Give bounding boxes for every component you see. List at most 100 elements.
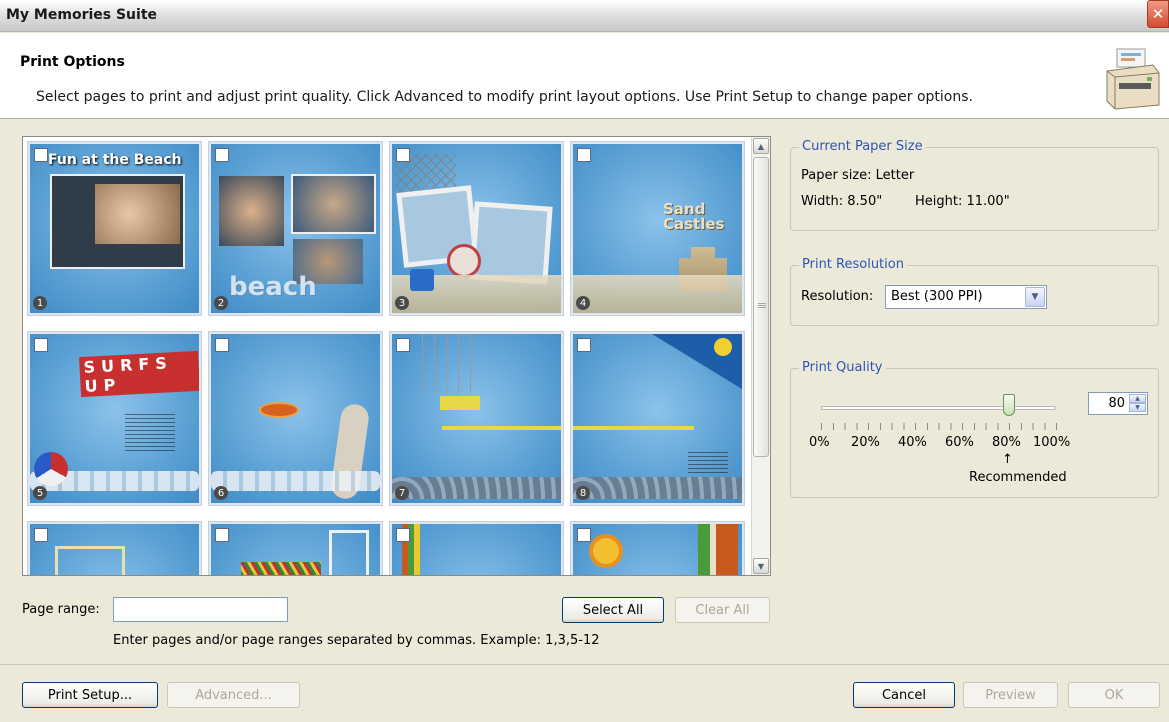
paper-size-legend: Current Paper Size: [799, 139, 926, 154]
slider-ticks: [821, 423, 1057, 430]
clear-all-button[interactable]: Clear All: [675, 597, 770, 623]
life-ring: [447, 244, 481, 278]
page-thumbnail[interactable]: [389, 521, 564, 575]
page-range-input[interactable]: [113, 597, 288, 622]
page-thumbnail[interactable]: beach 2: [208, 141, 383, 316]
page-number: 8: [576, 486, 590, 500]
tick-label: 80%: [992, 435, 1021, 450]
scroll-up-icon[interactable]: ▲: [753, 138, 769, 154]
hanging-strings: [422, 334, 472, 394]
title-oval: [259, 402, 299, 418]
page-number: 2: [214, 296, 228, 310]
page-thumbnail[interactable]: SURFS UP 5: [27, 331, 202, 506]
resolution-select[interactable]: Best (300 PPI) ▼: [885, 285, 1047, 309]
photo-right: [291, 174, 376, 234]
page-thumbnail[interactable]: 3: [389, 141, 564, 316]
page-thumbnail[interactable]: [208, 521, 383, 575]
page-thumbnail[interactable]: [570, 521, 745, 575]
thumbnail-scrollbar[interactable]: ▲ ▼: [751, 137, 770, 575]
page-checkbox[interactable]: [396, 528, 410, 542]
page-checkbox[interactable]: [34, 148, 48, 162]
page-checkbox[interactable]: [215, 148, 229, 162]
paper-size-text: Paper size: Letter: [801, 168, 915, 183]
page-number: 7: [395, 486, 409, 500]
recommended-arrow: ↑: [1002, 452, 1013, 467]
page-thumbnail[interactable]: [27, 521, 202, 575]
chevron-down-icon[interactable]: ▼: [1025, 287, 1045, 307]
tick-label: 40%: [898, 435, 927, 450]
resolution-legend: Print Resolution: [799, 257, 907, 272]
page-description: Select pages to print and adjust print q…: [36, 89, 973, 105]
colorful-strips: [241, 562, 321, 575]
page-checkbox[interactable]: [577, 528, 591, 542]
title-tag: [440, 396, 480, 410]
page-checkbox[interactable]: [215, 338, 229, 352]
quality-spinner[interactable]: 80 ▲ ▼: [1088, 392, 1148, 415]
photo-frame: [329, 530, 369, 575]
page-range-hint: Enter pages and/or page ranges separated…: [113, 633, 600, 648]
advanced-button[interactable]: Advanced...: [167, 682, 300, 708]
print-quality-legend: Print Quality: [799, 360, 886, 375]
tick-label: 100%: [1033, 435, 1071, 450]
header-panel: Print Options Select pages to print and …: [0, 33, 1169, 119]
swirl-border: [392, 477, 561, 499]
page-thumbnail[interactable]: 7: [389, 331, 564, 506]
scroll-down-icon[interactable]: ▼: [753, 558, 769, 574]
beach-ball: [34, 452, 68, 486]
paper-width-text: Width: 8.50": [801, 194, 883, 209]
resolution-value: Best (300 PPI): [891, 289, 983, 304]
close-button[interactable]: ✕: [1147, 0, 1169, 28]
spin-up-icon[interactable]: ▲: [1129, 394, 1146, 403]
photo-frame: [55, 546, 125, 575]
page-title: Print Options: [20, 54, 125, 70]
quality-value: 80: [1108, 396, 1125, 411]
page-checkbox[interactable]: [396, 338, 410, 352]
ribbon-stripes: [698, 524, 738, 575]
sun-icon: [593, 538, 619, 564]
photo-frame-right: [469, 201, 553, 285]
tick-label: 20%: [851, 435, 880, 450]
print-quality-group: Print Quality 0% 20% 40% 60% 80% 100% ↑ …: [790, 360, 1159, 498]
bucket: [410, 269, 434, 291]
resolution-group: Print Resolution Resolution: Best (300 P…: [790, 257, 1159, 326]
quality-slider-track[interactable]: [821, 406, 1056, 410]
page-number: 4: [576, 296, 590, 310]
sand-strip: [573, 275, 742, 313]
cancel-button[interactable]: Cancel: [853, 682, 955, 708]
yellow-line: [442, 426, 561, 430]
tick-label: 60%: [945, 435, 974, 450]
page-checkbox[interactable]: [34, 338, 48, 352]
wave-border: [211, 471, 380, 491]
page-thumbnail[interactable]: 6: [208, 331, 383, 506]
page-checkbox[interactable]: [396, 148, 410, 162]
preview-button[interactable]: Preview: [963, 682, 1058, 708]
page-checkbox[interactable]: [34, 528, 48, 542]
paper-size-group: Current Paper Size Paper size: Letter Wi…: [790, 139, 1159, 231]
page-number: 5: [33, 486, 47, 500]
photo-left: [219, 176, 284, 246]
page-checkbox[interactable]: [215, 528, 229, 542]
page-number: 3: [395, 296, 409, 310]
grip-icon: [758, 303, 766, 309]
window-title: My Memories Suite: [6, 7, 158, 23]
thumbnail-caption: Fun at the Beach: [48, 152, 182, 168]
page-thumbnail[interactable]: Fun at the Beach 1: [27, 141, 202, 316]
scrollbar-thumb[interactable]: [753, 157, 769, 457]
select-all-button[interactable]: Select All: [562, 597, 664, 623]
page-thumbnail[interactable]: 8: [570, 331, 745, 506]
printer-icon: [1106, 48, 1160, 110]
sun-sticker: [714, 338, 732, 356]
quality-slider-handle[interactable]: [1003, 394, 1015, 416]
page-checkbox[interactable]: [577, 338, 591, 352]
spin-down-icon[interactable]: ▼: [1129, 403, 1146, 412]
page-thumbnail-panel[interactable]: Fun at the Beach 1 beach 2 3 Sand Castle…: [22, 136, 771, 576]
page-checkbox[interactable]: [577, 148, 591, 162]
ok-button[interactable]: OK: [1068, 682, 1160, 708]
page-thumbnail[interactable]: Sand Castles 4: [570, 141, 745, 316]
swirl-border: [573, 477, 742, 499]
print-setup-button[interactable]: Print Setup...: [22, 682, 158, 708]
recommended-label: Recommended: [969, 470, 1067, 485]
page-number: 6: [214, 486, 228, 500]
page-number: 1: [33, 296, 47, 310]
close-icon: ✕: [1151, 5, 1165, 23]
